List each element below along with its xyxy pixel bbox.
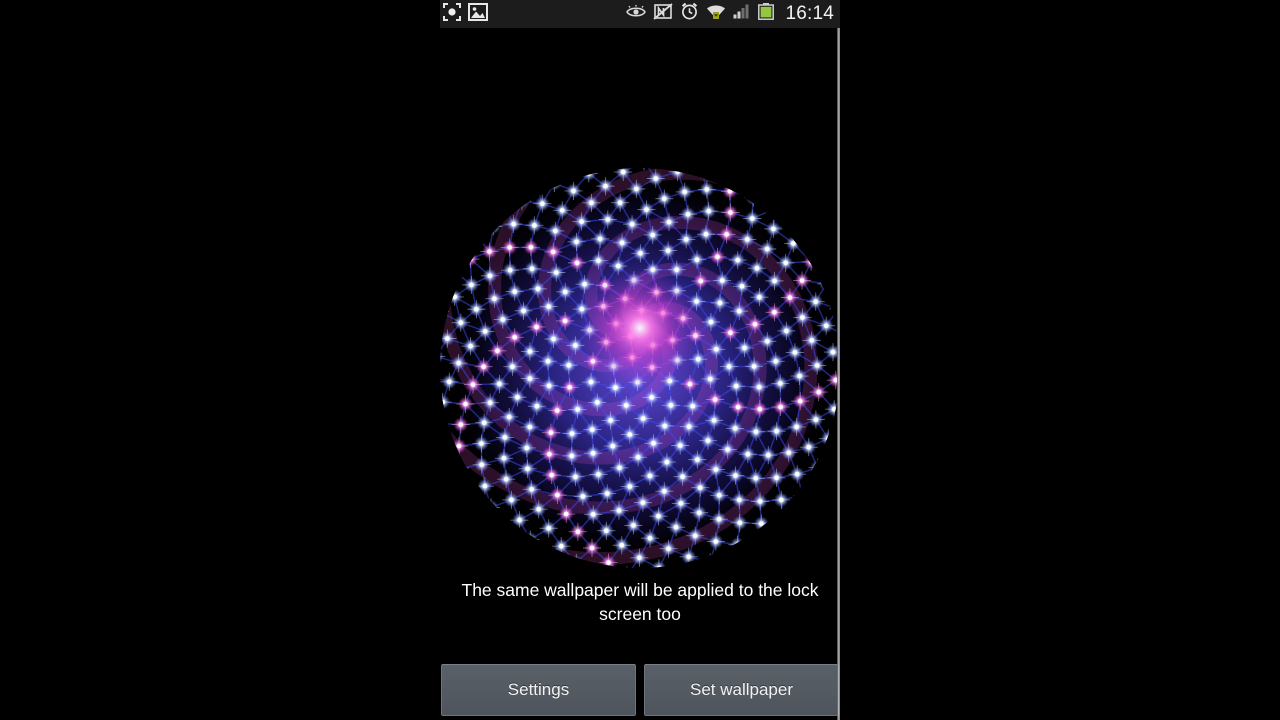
wifi-icon bbox=[706, 4, 726, 25]
status-bar-right-icons: 16:14 bbox=[626, 2, 834, 26]
status-bar[interactable]: 16:14 bbox=[440, 0, 840, 28]
letterbox-right bbox=[840, 0, 1280, 720]
status-bar-left-icons bbox=[442, 2, 488, 27]
letterbox-left bbox=[0, 0, 440, 720]
screen-root: 16:14 The same wallpaper will be applied… bbox=[0, 0, 1280, 720]
sound-off-icon bbox=[653, 3, 674, 25]
wallpaper-action-bar: Settings Set wallpaper bbox=[440, 664, 840, 720]
alarm-clock-icon bbox=[680, 2, 699, 26]
screenshot-capture-icon bbox=[442, 2, 462, 27]
signal-bars-icon bbox=[733, 4, 751, 24]
gallery-image-icon bbox=[468, 2, 488, 26]
battery-icon bbox=[758, 3, 775, 25]
phone-viewport: 16:14 The same wallpaper will be applied… bbox=[440, 0, 840, 720]
wallpaper-preview-area[interactable]: The same wallpaper will be applied to th… bbox=[440, 28, 840, 720]
settings-button[interactable]: Settings bbox=[441, 664, 636, 716]
smart-stay-eye-icon bbox=[626, 4, 647, 24]
fractal-spiral-particles-wallpaper bbox=[440, 168, 840, 578]
lock-screen-hint-text: The same wallpaper will be applied to th… bbox=[461, 580, 819, 624]
status-bar-clock: 16:14 bbox=[785, 3, 834, 24]
viewport-edge-scroll-strip bbox=[837, 28, 840, 720]
set-wallpaper-button[interactable]: Set wallpaper bbox=[644, 664, 839, 716]
